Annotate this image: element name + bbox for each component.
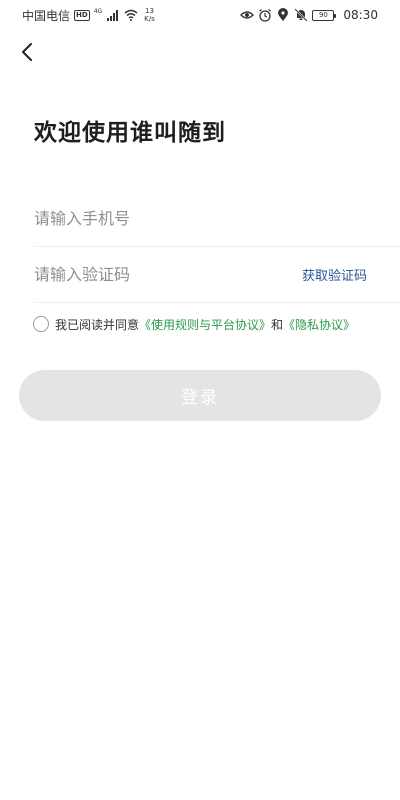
agreement-conjunction: 和 [271,317,284,332]
signal-icon [107,10,119,21]
speed-value: 13 [145,7,154,15]
speed-unit: K/s [144,15,155,23]
page-title: 欢迎使用谁叫随到 [34,120,226,146]
status-bar: 中国电信 HD 4G 13 K/s 90 08:30 [0,0,400,30]
terms-link[interactable]: 《使用规则与平台协议》 [139,316,271,333]
network-type: 4G [93,7,103,15]
status-bar-right: 90 08:30 [240,8,378,22]
alarm-icon [259,9,272,22]
privacy-link[interactable]: 《隐私协议》 [283,316,355,333]
phone-field [34,190,400,247]
agreement-row: 我已阅读并同意 《使用规则与平台协议》 和 《隐私协议》 [33,314,400,334]
hd-badge: HD [74,9,90,21]
agreement-prefix: 我已阅读并同意 [55,317,140,332]
status-bar-left: 中国电信 HD 4G 13 K/s [22,7,155,24]
wifi-icon [124,9,138,21]
code-field: 获取验证码 [34,246,400,303]
verification-code-input[interactable] [34,264,302,284]
login-button[interactable]: 登录 [19,370,381,421]
battery-icon: 90 [312,9,337,21]
clock-time: 08:30 [343,8,378,22]
carrier-label: 中国电信 [22,8,71,23]
location-icon [278,8,289,21]
agreement-checkbox[interactable] [33,316,49,332]
network-speed: 13 K/s [144,7,155,23]
mute-bell-icon [294,8,309,22]
eye-icon [240,11,255,19]
phone-input[interactable] [34,208,400,228]
back-button[interactable] [14,38,42,66]
login-screen: 中国电信 HD 4G 13 K/s 90 08:30 欢迎使用谁叫随到 请输入手… [0,0,400,800]
get-code-button[interactable]: 获取验证码 [302,265,367,284]
chevron-left-icon [22,43,32,61]
